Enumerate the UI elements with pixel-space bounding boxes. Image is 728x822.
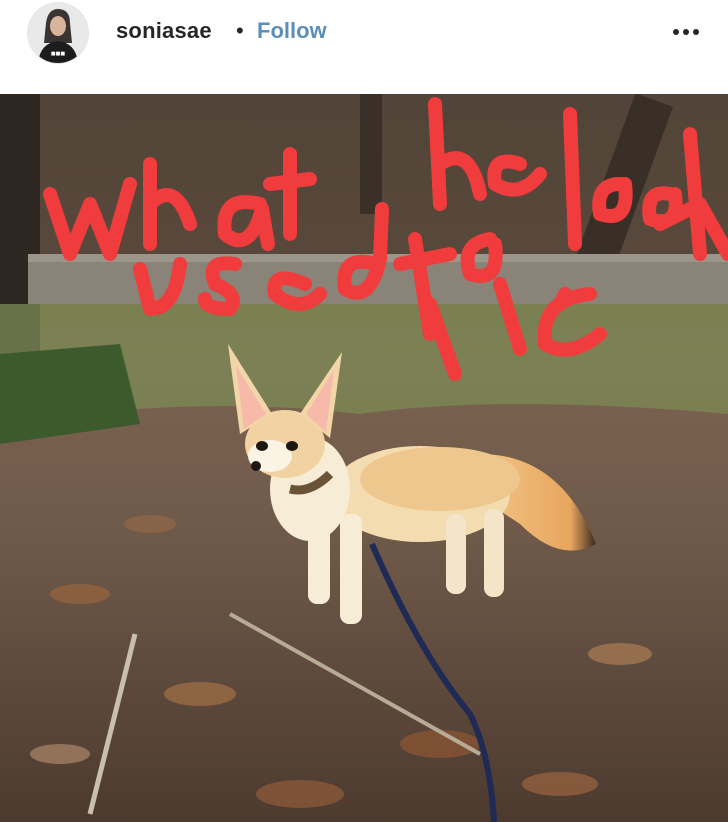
avatar-image: ■■■ <box>28 3 88 63</box>
avatar[interactable]: ■■■ <box>28 3 88 63</box>
separator-dot: • <box>236 18 244 43</box>
fennec-fox-photo <box>0 94 728 822</box>
more-options-icon[interactable] <box>668 14 708 50</box>
post-header: ■■■ soniasae • Follow <box>0 0 728 94</box>
follow-button[interactable]: Follow <box>257 18 327 44</box>
svg-text:■■■: ■■■ <box>51 51 65 57</box>
post-photo[interactable] <box>0 94 728 822</box>
username-link[interactable]: soniasae <box>116 18 212 44</box>
